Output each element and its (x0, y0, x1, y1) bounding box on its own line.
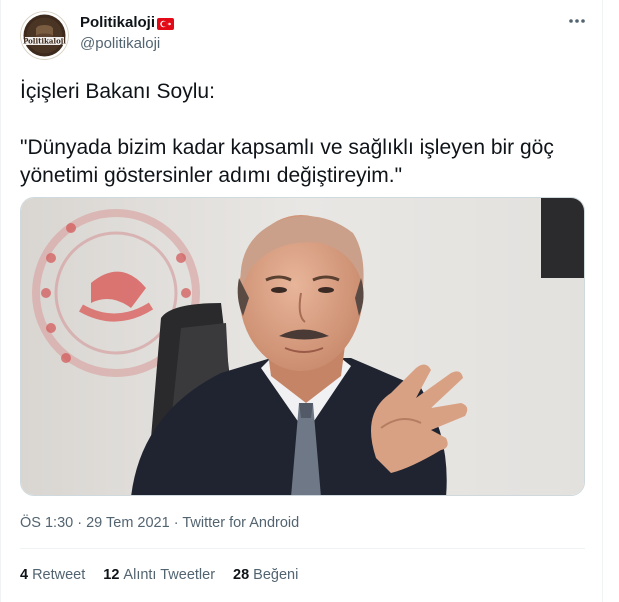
avatar-wordmark: Politikaloji (23, 37, 66, 46)
avatar[interactable]: Politikaloji (20, 11, 69, 60)
tweet-source[interactable]: Twitter for Android (182, 515, 299, 531)
tweet-time[interactable]: ÖS 1:30 (20, 515, 73, 531)
tweet-photo[interactable] (20, 197, 585, 496)
divider-top (20, 548, 585, 549)
like-count-label: Beğeni (253, 567, 299, 583)
quote-tweet-count-value: 12 (103, 567, 120, 583)
quote-tweet-count-label: Alıntı Tweetler (123, 567, 216, 583)
retweet-count-value: 4 (20, 567, 29, 583)
display-name[interactable]: Politikaloji (80, 14, 155, 31)
photo-image (21, 198, 584, 495)
tweet-text: İçişleri Bakanı Soylu: "Dünyada bizim ka… (20, 80, 554, 187)
tweet-stats: 4 Retweet 12 Alıntı Tweetler 28 Beğeni (20, 567, 316, 583)
quote-tweet-count[interactable]: 12 Alıntı Tweetler (103, 567, 215, 583)
like-count-value: 28 (233, 567, 250, 583)
left-border (0, 0, 1, 602)
turkey-flag-icon (157, 17, 175, 30)
retweet-count-label: Retweet (32, 567, 86, 583)
meta-separator: · (77, 515, 83, 531)
meta-separator: · (173, 515, 179, 531)
user-name-row: Politikaloji (80, 14, 175, 31)
retweet-count[interactable]: 4 Retweet (20, 567, 85, 583)
more-dots-icon (569, 19, 585, 23)
like-count[interactable]: 28 Beğeni (233, 567, 298, 583)
more-button[interactable] (566, 10, 588, 32)
tweet-meta: ÖS 1:30 · 29 Tem 2021 · Twitter for Andr… (20, 515, 299, 531)
tweet-date[interactable]: 29 Tem 2021 (86, 515, 170, 531)
avatar-logo: Politikaloji (20, 11, 69, 60)
right-border (602, 0, 603, 602)
user-handle[interactable]: @politikaloji (80, 35, 160, 52)
